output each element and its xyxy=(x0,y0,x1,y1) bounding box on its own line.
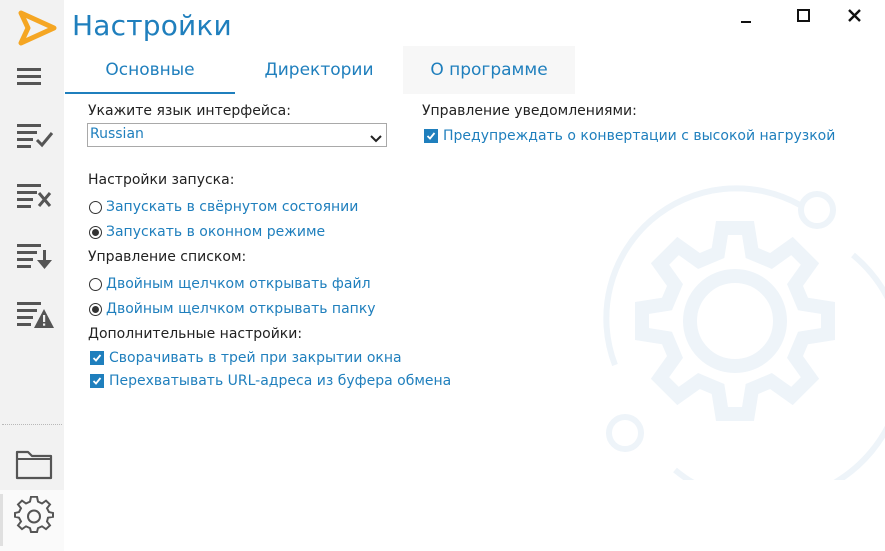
checkbox-checked-icon xyxy=(424,129,438,143)
maximize-button[interactable] xyxy=(790,4,818,28)
radio-open-file[interactable]: Двойным щелчком открывать файл xyxy=(89,276,371,292)
page-title: Настройки xyxy=(72,9,232,42)
tab-general[interactable]: Основные xyxy=(65,46,235,94)
checkbox-minimize-to-tray-label: Сворачивать в трей при закрытии окна xyxy=(109,350,402,366)
tab-about[interactable]: О программе xyxy=(403,46,575,94)
list-check-icon[interactable] xyxy=(14,118,54,152)
radio-on-icon xyxy=(89,225,102,239)
checkbox-minimize-to-tray[interactable]: Сворачивать в трей при закрытии окна xyxy=(90,350,402,366)
list-remove-icon[interactable] xyxy=(14,178,54,212)
radio-off-icon xyxy=(89,277,102,291)
radio-start-windowed-label: Запускать в оконном режиме xyxy=(106,224,326,240)
sidebar-divider xyxy=(2,424,62,425)
chevron-down-icon xyxy=(370,129,382,143)
radio-off-icon xyxy=(89,200,102,214)
startup-label: Настройки запуска: xyxy=(88,172,235,188)
background-gear-icon xyxy=(585,180,885,506)
list-download-icon[interactable] xyxy=(14,238,54,272)
minimize-button[interactable] xyxy=(732,4,760,28)
radio-on-icon xyxy=(89,302,102,316)
sidebar xyxy=(0,0,64,551)
extra-settings-label: Дополнительные настройки: xyxy=(88,326,303,342)
folder-icon[interactable] xyxy=(14,447,54,481)
radio-open-file-label: Двойным щелчком открывать файл xyxy=(106,276,371,292)
radio-start-minimized-label: Запускать в свёрнутом состоянии xyxy=(106,199,359,215)
gear-icon xyxy=(14,495,54,536)
checkbox-intercept-urls-label: Перехватывать URL-адреса из буфера обмен… xyxy=(109,373,452,389)
notifications-label: Управление уведомлениями: xyxy=(422,103,637,119)
checkbox-high-load-warning-label: Предупреждать о конвертации с высокой на… xyxy=(443,128,836,144)
checkbox-checked-icon xyxy=(90,374,104,388)
active-tab-indicator xyxy=(65,92,235,94)
checkbox-intercept-urls[interactable]: Перехватывать URL-адреса из буфера обмен… xyxy=(90,373,451,389)
radio-start-windowed[interactable]: Запускать в оконном режиме xyxy=(89,224,325,240)
checkbox-high-load-warning[interactable]: Предупреждать о конвертации с высокой на… xyxy=(424,128,835,144)
checkbox-checked-icon xyxy=(90,351,104,365)
app-logo-icon xyxy=(18,10,58,46)
list-warning-icon[interactable] xyxy=(14,296,54,330)
radio-open-folder[interactable]: Двойным щелчком открывать папку xyxy=(89,301,376,317)
radio-open-folder-label: Двойным щелчком открывать папку xyxy=(106,301,376,317)
language-label: Укажите язык интерфейса: xyxy=(88,103,291,119)
hamburger-menu-icon[interactable] xyxy=(14,60,54,94)
tab-directories[interactable]: Директории xyxy=(235,46,403,94)
radio-start-minimized[interactable]: Запускать в свёрнутом состоянии xyxy=(89,199,358,215)
language-select[interactable]: Russian xyxy=(87,123,387,147)
sidebar-item-settings[interactable] xyxy=(0,490,64,551)
close-button[interactable] xyxy=(841,4,869,28)
language-select-value: Russian xyxy=(90,126,144,142)
list-control-label: Управление списком: xyxy=(88,249,247,265)
